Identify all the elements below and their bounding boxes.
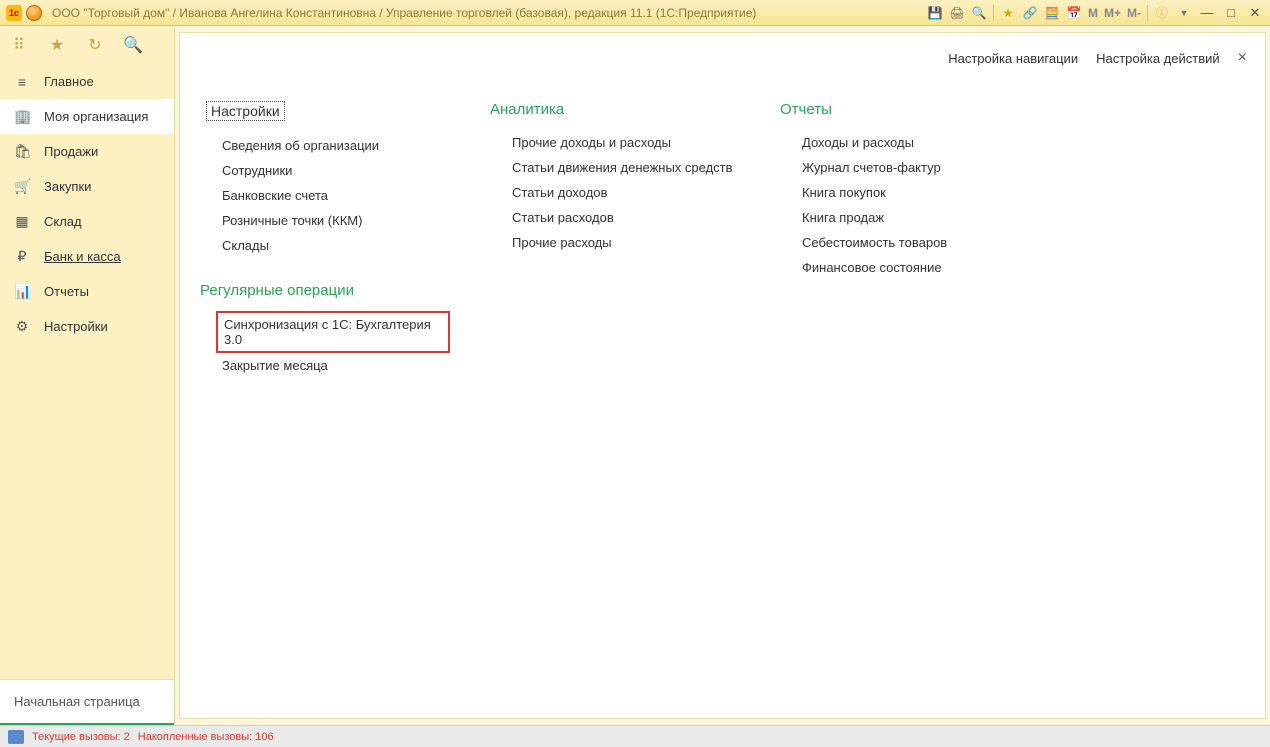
link-expense-items[interactable]: Статьи расходов	[512, 205, 740, 230]
building-icon: 🏢	[14, 108, 30, 125]
link-sync-1c[interactable]: Синхронизация с 1С: Бухгалтерия 3.0	[216, 311, 450, 353]
search-icon[interactable]: 🔍	[124, 36, 142, 54]
link-income-expense-report[interactable]: Доходы и расходы	[802, 130, 1000, 155]
sidebar-tools: ⠿ ★ ↻ 🔍	[0, 26, 174, 64]
status-accumulated-calls: Накопленные вызовы: 106	[138, 731, 274, 743]
app-logo-icon: 1c	[6, 5, 22, 21]
section-title-analytics: Аналитика	[490, 101, 740, 118]
window-title: ООО "Торговый дом" / Иванова Ангелина Ко…	[52, 6, 927, 20]
calc-m-button[interactable]: M	[1088, 6, 1098, 20]
favorite-icon[interactable]: ★	[1000, 5, 1016, 21]
print-icon[interactable]: 🖨	[949, 5, 965, 21]
link-cost-of-goods[interactable]: Себестоимость товаров	[802, 230, 1000, 255]
sidebar-item-label: Настройки	[44, 319, 108, 334]
link-month-close[interactable]: Закрытие месяца	[222, 353, 450, 378]
section-title-settings: Настройки	[206, 101, 285, 121]
link-employees[interactable]: Сотрудники	[222, 158, 450, 183]
section-title-reports: Отчеты	[780, 101, 1000, 118]
sidebar-item-reports[interactable]: 📊 Отчеты	[0, 274, 174, 309]
calculator-icon[interactable]: 🧮	[1044, 5, 1060, 21]
sidebar-item-sales[interactable]: 🛍 Продажи	[0, 134, 174, 169]
link-cashflow-items[interactable]: Статьи движения денежных средств	[512, 155, 740, 180]
sidebar-item-main[interactable]: ≡ Главное	[0, 64, 174, 99]
link-sales-book[interactable]: Книга продаж	[802, 205, 1000, 230]
bag-icon: 🛍	[14, 143, 30, 160]
menu-icon: ≡	[14, 74, 30, 90]
star-icon[interactable]: ★	[48, 36, 66, 54]
link-list-regular-ops: Синхронизация с 1С: Бухгалтерия 3.0 Закр…	[200, 311, 450, 378]
actions-settings-link[interactable]: Настройка действий	[1096, 51, 1220, 66]
sidebar-item-warehouse[interactable]: ▦ Склад	[0, 204, 174, 239]
status-current-calls: Текущие вызовы: 2	[32, 731, 130, 743]
separator	[1147, 5, 1148, 21]
sidebar-nav: ≡ Главное 🏢 Моя организация 🛍 Продажи 🛒 …	[0, 64, 174, 679]
sidebar-item-myorg[interactable]: 🏢 Моя организация	[0, 99, 174, 134]
titlebar: 1c ООО "Торговый дом" / Иванова Ангелина…	[0, 0, 1270, 26]
link-other-expenses[interactable]: Прочие расходы	[512, 230, 740, 255]
link-warehouses[interactable]: Склады	[222, 233, 450, 258]
statusbar: Текущие вызовы: 2 Накопленные вызовы: 10…	[0, 725, 1270, 747]
ruble-icon: ₽	[14, 248, 30, 265]
content-wrap: Настройка навигации Настройка действий ×…	[175, 26, 1270, 725]
calendar-icon[interactable]: 📅	[1066, 5, 1082, 21]
column-settings: Настройки Сведения об организации Сотруд…	[180, 83, 470, 378]
sidebar: ⠿ ★ ↻ 🔍 ≡ Главное 🏢 Моя организация 🛍 Пр…	[0, 26, 175, 725]
sidebar-item-purchases[interactable]: 🛒 Закупки	[0, 169, 174, 204]
link-list-reports: Доходы и расходы Журнал счетов-фактур Кн…	[780, 130, 1000, 280]
app-dropdown-icon[interactable]	[26, 5, 42, 21]
column-analytics: Аналитика Прочие доходы и расходы Статьи…	[470, 83, 760, 378]
dropdown-icon[interactable]: ▼	[1176, 5, 1192, 21]
minimize-button[interactable]: —	[1198, 5, 1216, 21]
sidebar-item-label: Склад	[44, 214, 82, 229]
link-income-items[interactable]: Статьи доходов	[512, 180, 740, 205]
column-reports: Отчеты Доходы и расходы Журнал счетов-фа…	[760, 83, 1020, 378]
link-invoice-journal[interactable]: Журнал счетов-фактур	[802, 155, 1000, 180]
link-bank-accounts[interactable]: Банковские счета	[222, 183, 450, 208]
nav-settings-link[interactable]: Настройка навигации	[948, 51, 1078, 66]
section-title-regular-ops: Регулярные операции	[200, 282, 450, 299]
link-other-income-expense[interactable]: Прочие доходы и расходы	[512, 130, 740, 155]
history-icon[interactable]: ↻	[86, 36, 104, 54]
calc-mminus-button[interactable]: M-	[1127, 6, 1141, 20]
save-icon[interactable]: 💾	[927, 5, 943, 21]
content-columns: Настройки Сведения об организации Сотруд…	[180, 83, 1265, 378]
maximize-button[interactable]: □	[1222, 5, 1240, 21]
gear-icon: ⚙	[14, 318, 30, 335]
sidebar-item-label: Моя организация	[44, 109, 148, 124]
sidebar-item-settings[interactable]: ⚙ Настройки	[0, 309, 174, 344]
sidebar-item-label: Банк и касса	[44, 249, 121, 264]
tab-startpage[interactable]: Начальная страница	[0, 680, 174, 725]
sidebar-item-label: Закупки	[44, 179, 91, 194]
link-icon[interactable]: 🔗	[1022, 5, 1038, 21]
preview-icon[interactable]: 🔍	[971, 5, 987, 21]
link-list-analytics: Прочие доходы и расходы Статьи движения …	[490, 130, 740, 255]
grid-icon: ▦	[14, 213, 30, 230]
sidebar-item-label: Продажи	[44, 144, 98, 159]
titlebar-tools: 💾 🖨 🔍 ★ 🔗 🧮 📅 M M+ M- ⓘ ▼ — □ ✕	[927, 5, 1264, 21]
content: Настройка навигации Настройка действий ×…	[179, 32, 1266, 719]
separator	[993, 5, 994, 21]
cart-icon: 🛒	[14, 178, 30, 195]
main-area: ⠿ ★ ↻ 🔍 ≡ Главное 🏢 Моя организация 🛍 Пр…	[0, 26, 1270, 725]
sidebar-item-label: Отчеты	[44, 284, 89, 299]
close-button[interactable]: ✕	[1246, 5, 1264, 21]
sidebar-item-label: Главное	[44, 74, 94, 89]
sidebar-bottom: Начальная страница	[0, 679, 174, 725]
info-icon[interactable]: ⓘ	[1154, 5, 1170, 21]
link-purchase-book[interactable]: Книга покупок	[802, 180, 1000, 205]
status-monitor-icon[interactable]	[8, 730, 24, 744]
link-retail-points[interactable]: Розничные точки (ККМ)	[222, 208, 450, 233]
apps-icon[interactable]: ⠿	[10, 36, 28, 54]
link-org-info[interactable]: Сведения об организации	[222, 133, 450, 158]
sidebar-item-bank[interactable]: ₽ Банк и касса	[0, 239, 174, 274]
link-financial-state[interactable]: Финансовое состояние	[802, 255, 1000, 280]
link-list-settings: Сведения об организации Сотрудники Банко…	[200, 133, 450, 258]
calc-mplus-button[interactable]: M+	[1104, 6, 1121, 20]
close-panel-button[interactable]: ×	[1238, 49, 1247, 67]
content-header: Настройка навигации Настройка действий ×	[180, 33, 1265, 83]
chart-icon: 📊	[14, 283, 30, 300]
